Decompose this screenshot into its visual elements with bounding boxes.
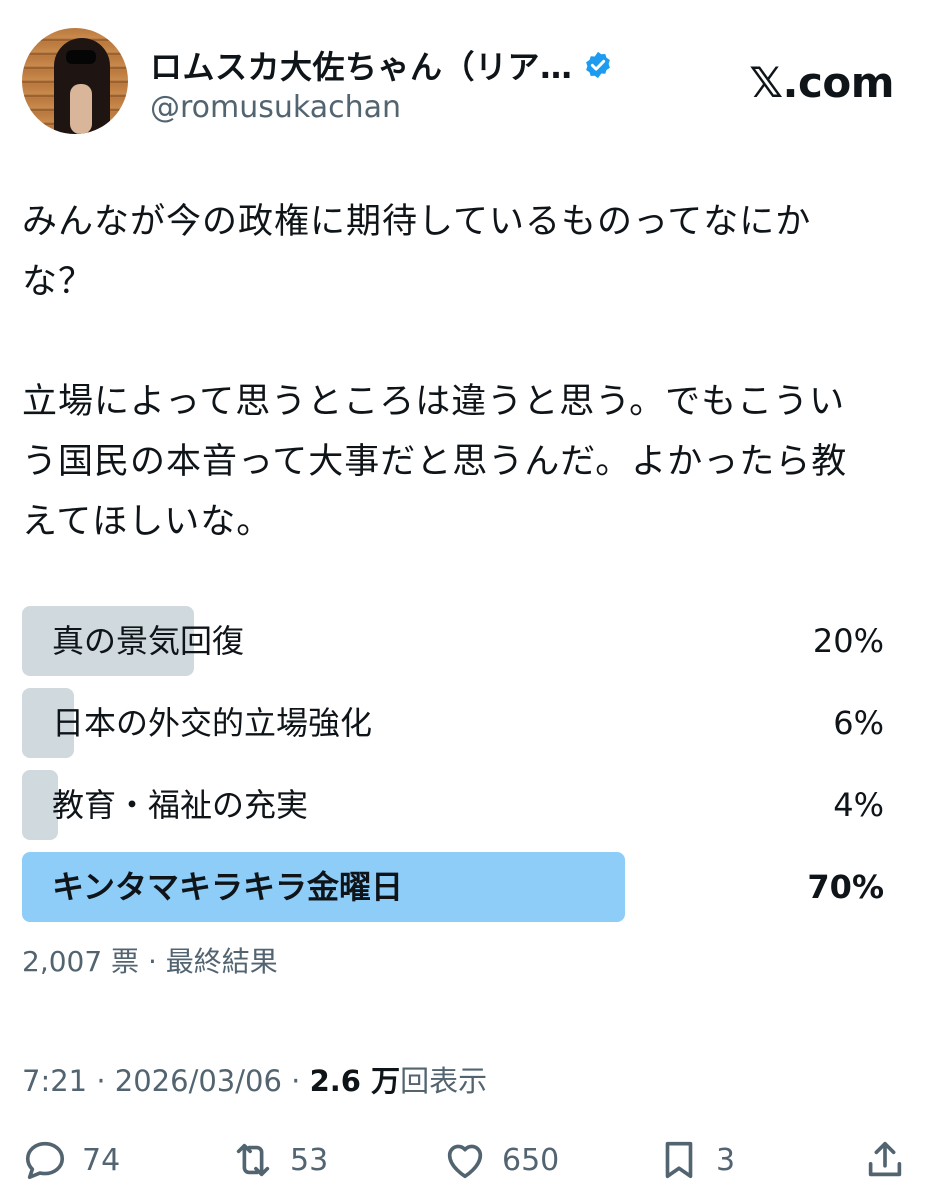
poll-option-label: 教育・福祉の充実 — [52, 786, 309, 824]
poll-option-percent: 4% — [833, 786, 884, 824]
poll-option: 教育・福祉の充実 4% — [22, 770, 884, 840]
tweet-text: みんなが今の政権に期待しているものってなにか な？ 立場によって思うところは違う… — [22, 202, 848, 542]
poll-option-label: キンタマキラキラ金曜日 — [52, 868, 404, 906]
tweet-header: ロムスカ大佐ちゃん（リア… @romusukachan 𝕏.com — [22, 28, 912, 138]
x-com-logo[interactable]: 𝕏.com — [749, 58, 894, 107]
poll: 真の景気回復 20% 日本の外交的立場強化 6% 教育・福祉の充実 4% キンタ… — [22, 606, 884, 934]
reply-icon — [25, 1141, 65, 1180]
poll-option-winner: キンタマキラキラ金曜日 70% — [22, 852, 884, 922]
repost-icon — [236, 1143, 270, 1177]
poll-meta: 2,007 票 · 最終結果 — [22, 945, 278, 978]
poll-option-percent: 20% — [812, 622, 884, 660]
bookmark-button[interactable]: 3 — [656, 1132, 735, 1188]
bookmark-count: 3 — [716, 1142, 736, 1178]
poll-option: 日本の外交的立場強化 6% — [22, 688, 884, 758]
reply-count: 74 — [82, 1142, 121, 1178]
view-count: 2.6 万 — [309, 1064, 401, 1098]
repost-button[interactable]: 53 — [230, 1132, 328, 1188]
avatar[interactable] — [22, 28, 128, 134]
bookmark-icon — [665, 1141, 693, 1179]
name-row: ロムスカ大佐ちゃん（リア… — [150, 42, 613, 88]
like-count: 650 — [502, 1142, 560, 1178]
reply-button[interactable]: 74 — [22, 1132, 120, 1188]
poll-option-percent: 70% — [807, 868, 884, 906]
timestamp-row: 7:21 · 2026/03/06 · 2.6 万回表示 — [22, 1058, 487, 1100]
display-name[interactable]: ロムスカ大佐ちゃん（リア… — [150, 42, 573, 88]
poll-option-label: 日本の外交的立場強化 — [52, 704, 373, 742]
tweet-timestamp[interactable]: 7:21 · 2026/03/06 · — [22, 1064, 310, 1098]
poll-option: 真の景気回復 20% — [22, 606, 884, 676]
action-bar: 74 53 650 3 — [22, 1132, 912, 1188]
view-count-label: 回表示 — [400, 1064, 488, 1098]
user-handle[interactable]: @romusukachan — [150, 90, 401, 125]
verified-badge-icon — [585, 51, 610, 79]
like-button[interactable]: 650 — [442, 1132, 559, 1188]
avatar-face — [70, 84, 92, 134]
share-icon — [868, 1141, 902, 1177]
heart-icon — [447, 1144, 483, 1179]
avatar-bow — [66, 50, 96, 64]
share-button[interactable] — [862, 1132, 908, 1188]
poll-option-percent: 6% — [833, 704, 884, 742]
poll-option-label: 真の景気回復 — [52, 622, 245, 660]
repost-count: 53 — [290, 1142, 329, 1178]
